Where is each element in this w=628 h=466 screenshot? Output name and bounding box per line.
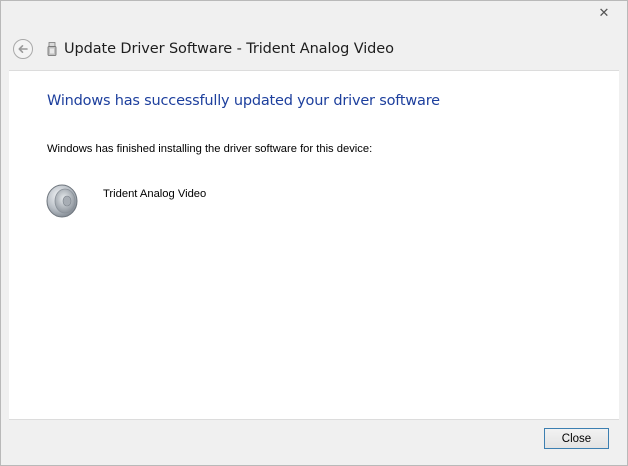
status-message: Windows has finished installing the driv… (47, 143, 373, 155)
success-heading: Windows has successfully updated your dr… (47, 93, 440, 109)
usb-device-icon (47, 42, 57, 56)
back-arrow-icon (18, 45, 28, 53)
dialog-header: Update Driver Software - Trident Analog … (13, 37, 394, 61)
close-button[interactable]: Close (544, 428, 609, 449)
speaker-icon (45, 183, 79, 219)
dialog-title: Update Driver Software - Trident Analog … (64, 41, 394, 57)
window-close-button[interactable]: ✕ (588, 1, 620, 25)
dialog-window: ✕ Update Driver Software - Trident Analo… (0, 0, 628, 466)
content-panel: Windows has successfully updated your dr… (9, 70, 619, 420)
back-button[interactable] (13, 39, 33, 59)
device-name: Trident Analog Video (103, 188, 207, 200)
close-icon: ✕ (598, 5, 610, 21)
